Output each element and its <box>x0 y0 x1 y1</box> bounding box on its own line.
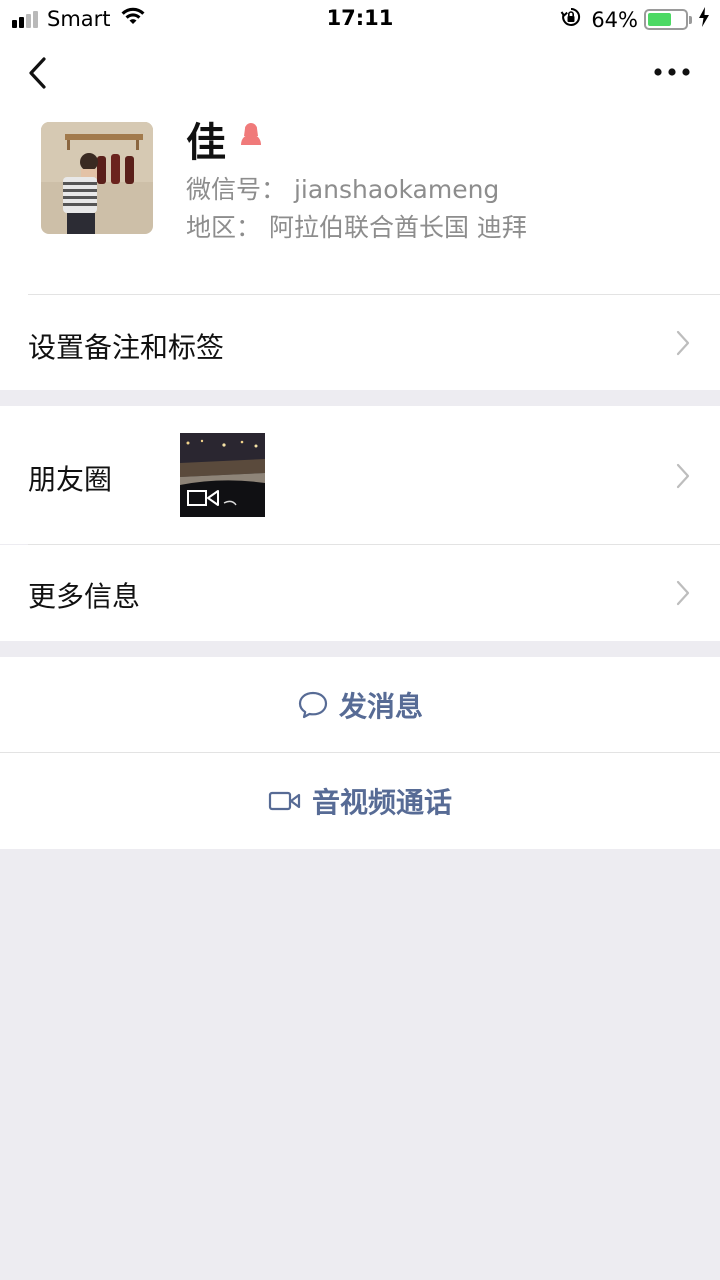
region: 地区： 阿拉伯联合酋长国 迪拜 <box>186 213 527 242</box>
contact-name: 佳 <box>186 120 226 166</box>
battery-level-fill <box>648 13 671 26</box>
send-message-content: 发消息 <box>0 657 720 752</box>
battery-cap <box>689 15 692 24</box>
chat-bubble-icon <box>298 691 328 718</box>
av-call-label: 音视频通话 <box>311 786 452 819</box>
chevron-right-icon <box>676 330 690 356</box>
female-icon <box>237 120 265 148</box>
chevron-left-icon <box>29 57 46 89</box>
row-remark-tags[interactable]: 设置备注和标签 <box>0 295 720 390</box>
status-bar: Smart 17:11 64% <box>0 0 720 38</box>
moments-thumbnail[interactable] <box>180 433 265 517</box>
moments-video-thumbnail <box>180 433 265 517</box>
chevron-right-icon <box>676 580 690 606</box>
charging-bolt-icon <box>698 7 710 32</box>
back-button[interactable] <box>22 56 56 90</box>
row-more-info-label: 更多信息 <box>28 580 141 613</box>
battery-icon <box>644 9 688 30</box>
row-more-info[interactable]: 更多信息 <box>0 545 720 641</box>
more-button[interactable] <box>652 62 692 82</box>
avatar[interactable] <box>41 122 153 234</box>
status-right: 64% <box>560 6 710 33</box>
av-call-button[interactable]: 音视频通话 <box>0 753 720 849</box>
battery-percent: 64% <box>591 7 638 32</box>
wechat-id: 微信号： jianshaokameng <box>186 175 500 204</box>
av-call-content: 音视频通话 <box>0 753 720 849</box>
chevron-right-icon <box>676 463 690 489</box>
contact-profile-screen: Smart 17:11 64% 佳 微信号： jianshaokameng 地区… <box>0 0 720 1280</box>
rotation-lock-icon <box>560 6 582 33</box>
send-message-label: 发消息 <box>338 689 423 723</box>
send-message-button[interactable]: 发消息 <box>0 657 720 752</box>
more-dots-icon <box>654 68 690 76</box>
row-remark-tags-label: 设置备注和标签 <box>28 331 225 364</box>
avatar-photo <box>41 122 153 234</box>
video-camera-icon <box>268 791 301 811</box>
row-moments-label: 朋友圈 <box>28 463 113 496</box>
row-moments[interactable]: 朋友圈 <box>0 406 720 544</box>
